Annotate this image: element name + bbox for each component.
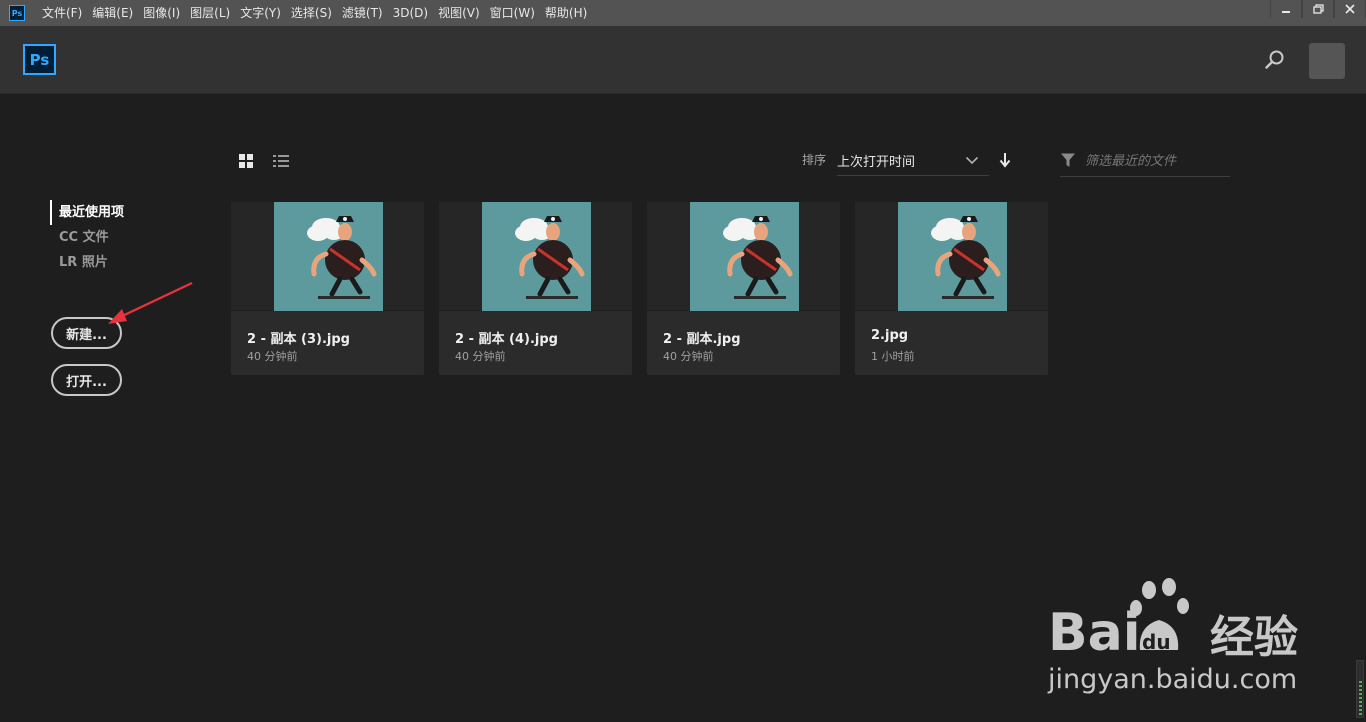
sort-value: 上次打开时间	[837, 155, 916, 170]
avatar[interactable]	[1309, 43, 1345, 79]
pirate-illustration-icon	[723, 216, 793, 299]
search-icon	[1265, 50, 1284, 69]
file-thumbnail	[898, 202, 1007, 311]
close-button[interactable]	[1334, 0, 1366, 18]
filter-input[interactable]	[1085, 150, 1225, 172]
app-icon[interactable]: Ps	[9, 5, 25, 21]
menu-3d[interactable]: 3D(D)	[388, 0, 433, 26]
app-header: Ps	[0, 26, 1366, 94]
sidebar: 最近使用项 CC 文件 LR 照片	[50, 200, 124, 275]
grid-view-icon[interactable]	[238, 153, 254, 169]
window-controls	[1270, 0, 1366, 20]
minimize-button[interactable]	[1270, 0, 1302, 18]
arrow-down-icon[interactable]	[998, 152, 1012, 168]
menu-window[interactable]: 窗口(W)	[485, 0, 540, 26]
pirate-illustration-icon	[931, 216, 1001, 299]
menu-file[interactable]: 文件(F)	[37, 0, 87, 26]
menu-edit[interactable]: 编辑(E)	[87, 0, 138, 26]
watermark-url: jingyan.baidu.com	[1048, 664, 1298, 695]
file-time: 40 分钟前	[247, 350, 298, 363]
thumbnail-area	[439, 202, 632, 311]
close-icon	[1345, 4, 1355, 14]
file-thumbnail	[274, 202, 383, 311]
chevron-down-icon	[965, 156, 979, 165]
sort-label: 排序	[802, 153, 827, 167]
file-card[interactable]: 2 - 副本 (4).jpg 40 分钟前	[439, 202, 632, 375]
menu-type[interactable]: 文字(Y)	[235, 0, 286, 26]
file-card[interactable]: 2.jpg 1 小时前	[855, 202, 1048, 375]
menu-filter[interactable]: 滤镜(T)	[337, 0, 388, 26]
menu-bar: Ps 文件(F) 编辑(E) 图像(I) 图层(L) 文字(Y) 选择(S) 滤…	[0, 0, 1366, 26]
file-card[interactable]: 2 - 副本.jpg 40 分钟前	[647, 202, 840, 375]
sidebar-item-lr-photos[interactable]: LR 照片	[50, 250, 124, 275]
svg-text:du: du	[1142, 630, 1171, 654]
file-time: 40 分钟前	[455, 350, 506, 363]
menu-view[interactable]: 视图(V)	[433, 0, 485, 26]
sort-dropdown[interactable]: 上次打开时间	[837, 148, 989, 176]
watermark-brand-suffix: 经验	[1210, 612, 1298, 663]
menu-help[interactable]: 帮助(H)	[540, 0, 592, 26]
pirate-illustration-icon	[515, 216, 585, 299]
file-name: 2 - 副本.jpg	[663, 332, 741, 347]
svg-text:Bai: Bai	[1048, 603, 1141, 658]
file-time: 40 分钟前	[663, 350, 714, 363]
photoshop-logo: Ps	[23, 44, 56, 75]
sidebar-item-cc-files[interactable]: CC 文件	[50, 225, 124, 250]
file-name: 2 - 副本 (4).jpg	[455, 332, 558, 347]
minimize-icon	[1282, 11, 1290, 13]
menu-select[interactable]: 选择(S)	[286, 0, 337, 26]
new-button[interactable]: 新建...	[51, 317, 122, 349]
resize-grip[interactable]	[1356, 660, 1364, 718]
restore-button[interactable]	[1302, 0, 1334, 18]
menu-items: 文件(F) 编辑(E) 图像(I) 图层(L) 文字(Y) 选择(S) 滤镜(T…	[37, 0, 592, 26]
restore-icon	[1312, 4, 1324, 14]
pirate-illustration-icon	[307, 216, 377, 299]
file-thumbnail	[482, 202, 591, 311]
file-name: 2.jpg	[871, 328, 909, 343]
thumbnail-area	[231, 202, 424, 311]
menu-image[interactable]: 图像(I)	[138, 0, 185, 26]
list-view-icon[interactable]	[272, 153, 290, 169]
file-time: 1 小时前	[871, 350, 915, 363]
open-button[interactable]: 打开...	[51, 364, 122, 396]
filter-field	[1060, 148, 1230, 177]
search-button[interactable]	[1263, 48, 1287, 72]
file-name: 2 - 副本 (3).jpg	[247, 332, 350, 347]
filter-icon	[1061, 153, 1075, 167]
thumbnail-area	[647, 202, 840, 311]
thumbnail-area	[855, 202, 1048, 311]
menu-layer[interactable]: 图层(L)	[185, 0, 235, 26]
file-card[interactable]: 2 - 副本 (3).jpg 40 分钟前	[231, 202, 424, 375]
sidebar-item-recent[interactable]: 最近使用项	[50, 200, 124, 225]
file-thumbnail	[690, 202, 799, 311]
